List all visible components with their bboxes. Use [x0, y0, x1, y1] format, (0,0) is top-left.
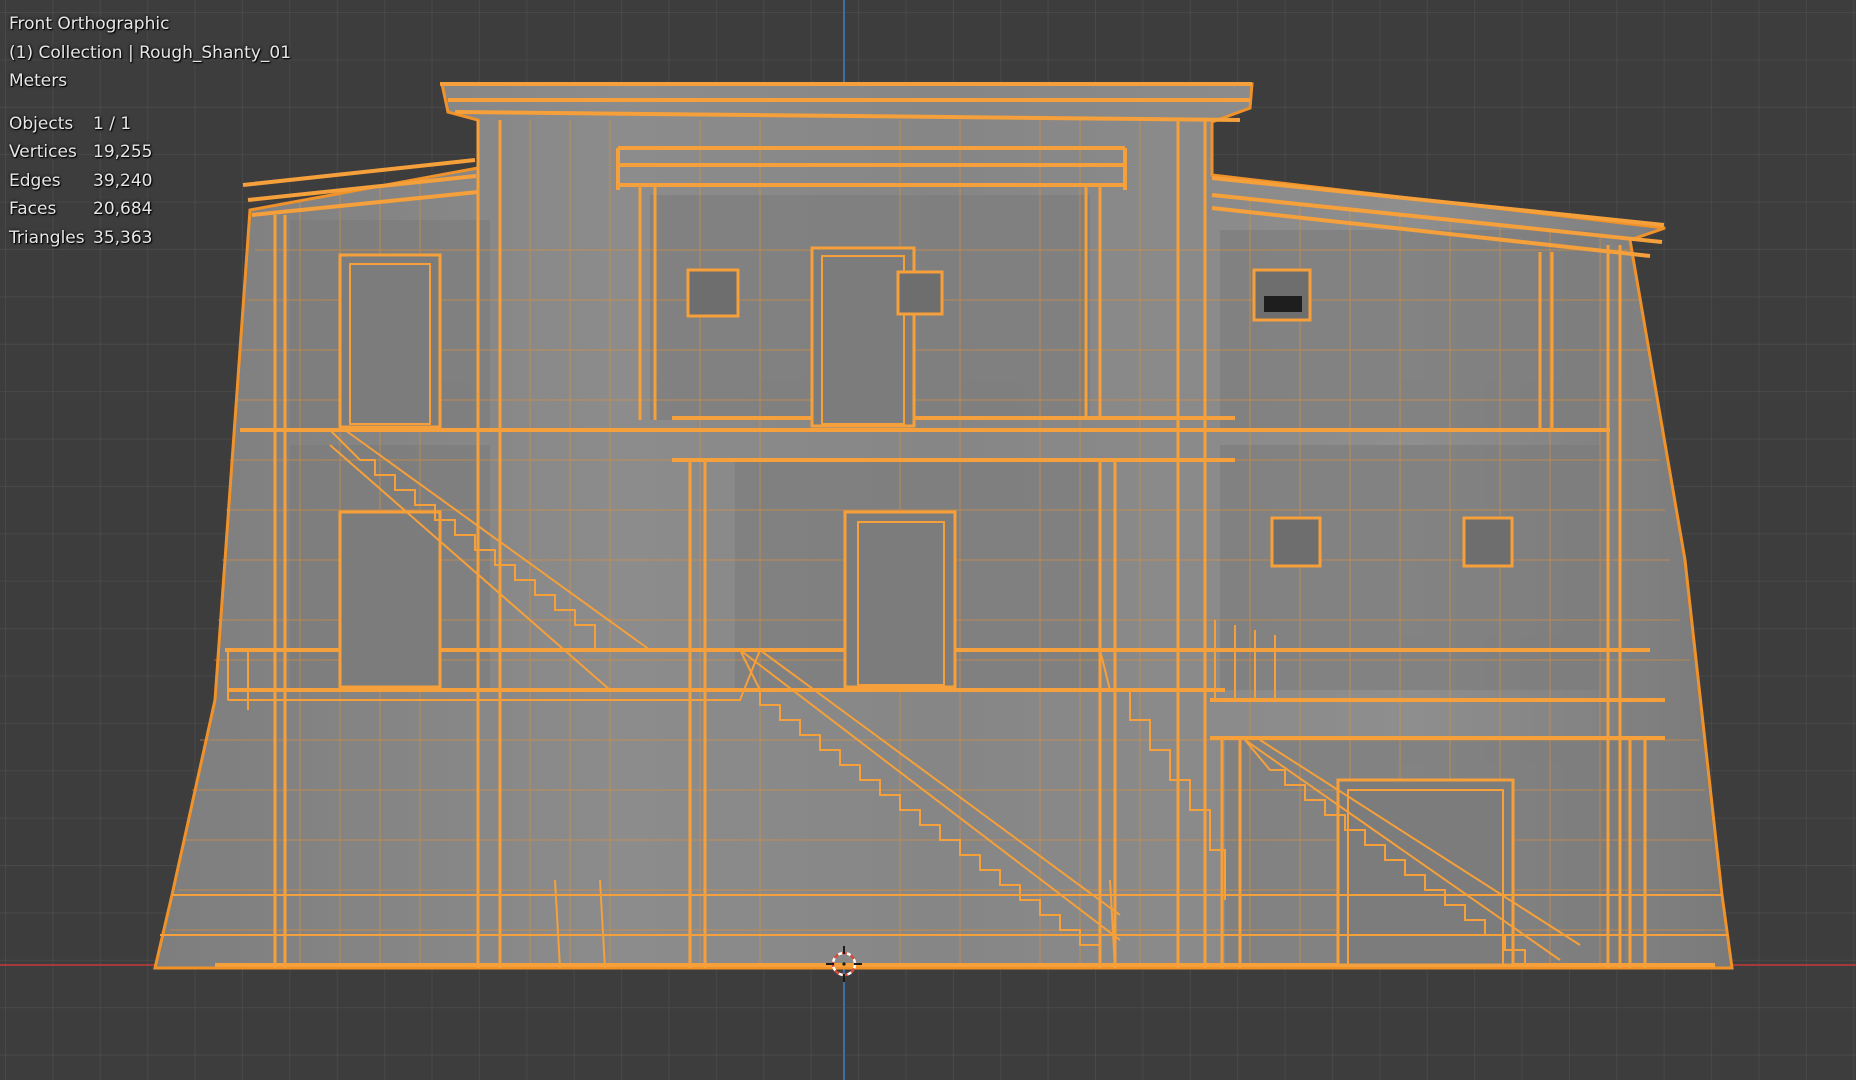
3d-cursor-icon[interactable] — [826, 946, 862, 982]
stat-label-triangles: Triangles — [9, 227, 85, 248]
3d-viewport[interactable]: Front Orthographic (1) Collection | Roug… — [0, 0, 1856, 1080]
overlay-spacer — [9, 96, 291, 110]
stat-value-vertices: 19,255 — [93, 142, 153, 162]
stat-label-vertices: Vertices — [9, 142, 77, 162]
stat-label-objects: Objects — [9, 113, 74, 134]
viewport-info-overlay: Front Orthographic (1) Collection | Roug… — [9, 10, 291, 252]
stat-label-faces: Faces — [9, 199, 57, 219]
stat-value-triangles: 35,363 — [93, 227, 153, 248]
view-name-label: Front Orthographic — [9, 14, 170, 34]
stat-value-faces: 20,684 — [93, 199, 153, 219]
stat-value-edges: 39,240 — [93, 170, 153, 191]
scene-statistics: Objects 1 / 1 Vertices 19,255 Edges 39,2… — [9, 110, 291, 253]
stat-label-edges: Edges — [9, 170, 61, 191]
collection-label: (1) Collection | Rough_Shanty_01 — [9, 42, 292, 63]
units-label: Meters — [9, 71, 68, 91]
stat-value-objects: 1 / 1 — [93, 113, 132, 134]
